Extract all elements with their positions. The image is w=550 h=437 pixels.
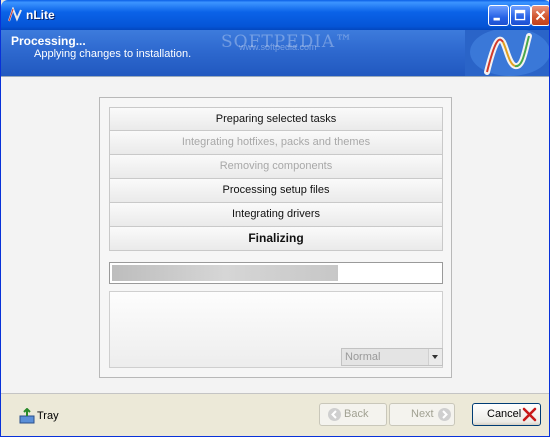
priority-select[interactable]: Normal — [341, 348, 443, 366]
page-subtitle: Applying changes to installation. — [34, 48, 192, 60]
tray-label: Tray — [37, 410, 59, 422]
processing-panel: Preparing selected tasks Integrating hot… — [99, 97, 452, 378]
maximize-icon — [514, 9, 526, 21]
progress-bar — [109, 262, 443, 284]
back-label: Back — [344, 408, 369, 420]
priority-select-value: Normal — [345, 351, 381, 363]
close-window-button[interactable] — [531, 5, 549, 26]
back-button[interactable]: Back — [319, 403, 387, 426]
log-area: Normal — [109, 291, 443, 368]
window-title: nLite — [26, 8, 55, 22]
next-label: Next — [411, 408, 434, 420]
task-integrating-drivers: Integrating drivers — [109, 203, 443, 227]
title-bar[interactable]: nLite — [1, 0, 549, 30]
maximize-button[interactable] — [510, 5, 531, 26]
wizard-footer: Tray Back Next Cancel — [1, 394, 549, 436]
tray-icon — [19, 408, 35, 424]
cancel-button[interactable]: Cancel — [472, 403, 541, 426]
back-arrow-icon — [328, 408, 341, 421]
minimize-icon — [493, 17, 500, 21]
cancel-x-icon — [522, 407, 537, 422]
task-processing-setup: Processing setup files — [109, 179, 443, 203]
task-preparing: Preparing selected tasks — [109, 107, 443, 131]
wizard-header: Processing... Applying changes to instal… — [1, 28, 549, 76]
nlite-app-icon — [8, 7, 22, 22]
next-button[interactable]: Next — [389, 403, 455, 426]
page-title: Processing... — [11, 34, 86, 48]
task-list: Preparing selected tasks Integrating hot… — [109, 107, 443, 251]
task-finalizing: Finalizing — [109, 227, 443, 251]
nlite-logo — [465, 28, 549, 76]
priority-dropdown-button[interactable] — [428, 349, 442, 365]
softpedia-watermark-url: www.softpedia.com — [239, 42, 317, 52]
task-removing-components: Removing components — [109, 155, 443, 179]
task-integrating-hotfixes: Integrating hotfixes, packs and themes — [109, 131, 443, 155]
wizard-body: Preparing selected tasks Integrating hot… — [1, 76, 549, 394]
cancel-label: Cancel — [487, 408, 522, 420]
progress-fill — [112, 265, 338, 281]
nlite-window: nLite Processing... Applying changes to … — [0, 0, 550, 437]
minimize-button[interactable] — [488, 5, 509, 26]
nlite-logo-icon — [470, 28, 549, 76]
next-arrow-icon — [438, 408, 451, 421]
chevron-down-icon — [432, 355, 438, 359]
close-icon — [535, 10, 546, 21]
